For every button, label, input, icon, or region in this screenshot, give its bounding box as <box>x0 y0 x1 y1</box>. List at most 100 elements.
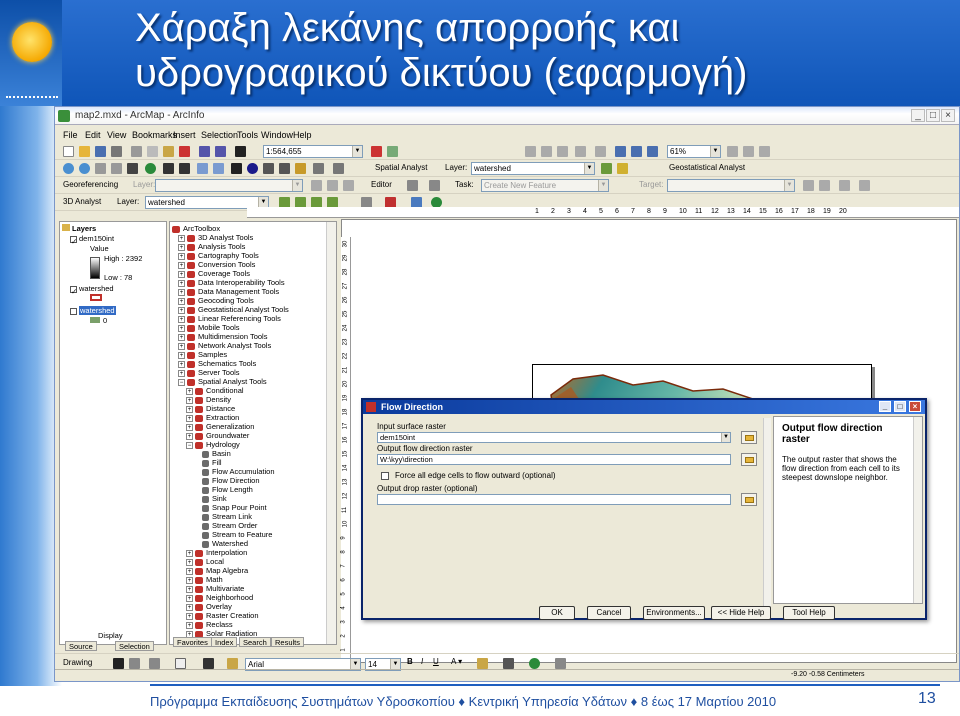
toolbox-item[interactable]: + Multidimension Tools <box>178 332 267 341</box>
toolbox-tool[interactable]: Flow Direction <box>202 476 260 485</box>
split-icon[interactable] <box>803 180 814 191</box>
checkbox-checked-icon[interactable]: ✓ <box>70 235 77 246</box>
toolbox-tool[interactable]: Fill <box>202 458 222 467</box>
toolbox-item[interactable]: + Multivariate <box>186 584 244 593</box>
dialog-minimize-button[interactable]: _ <box>879 401 891 412</box>
histogram-icon[interactable] <box>601 163 612 174</box>
browse-output-button[interactable] <box>741 453 757 466</box>
expand-icon[interactable]: + <box>178 234 185 242</box>
rotate-edit-icon[interactable] <box>819 180 830 191</box>
expand-icon[interactable]: + <box>178 315 185 323</box>
toolbox-item[interactable]: + Coverage Tools <box>178 269 250 278</box>
expand-icon[interactable]: + <box>178 342 185 350</box>
editor-toolbar-icon[interactable] <box>371 146 382 157</box>
toolbox-item[interactable]: +3D Analyst Tools <box>178 233 253 242</box>
zoom-in-icon[interactable] <box>63 163 74 174</box>
rotate-icon[interactable] <box>129 658 140 669</box>
change-layout-icon[interactable] <box>759 146 770 157</box>
toolbox-tool[interactable]: Stream to Feature <box>202 530 272 539</box>
hide-help-button[interactable]: << Hide Help <box>711 606 771 620</box>
expand-icon[interactable]: + <box>178 306 185 314</box>
line-color-icon[interactable] <box>503 658 514 669</box>
rectangle-icon[interactable] <box>175 658 186 669</box>
expand-icon[interactable]: + <box>186 432 193 440</box>
toc-source-tab[interactable]: Source <box>65 641 97 651</box>
select-elements-icon[interactable] <box>113 658 124 669</box>
toolbox-tool[interactable]: Stream Link <box>202 512 252 521</box>
layout-icon[interactable] <box>557 146 568 157</box>
cut-icon[interactable] <box>131 146 142 157</box>
menu-insert[interactable]: Insert <box>173 130 196 140</box>
add-data-icon[interactable] <box>235 146 246 157</box>
toolbox-item[interactable]: + Distance <box>186 404 235 413</box>
toolbox-tool[interactable]: Snap Pour Point <box>202 503 267 512</box>
toolbox-item[interactable]: + Data Interoperability Tools <box>178 278 285 287</box>
clear-selection-icon[interactable] <box>213 163 224 174</box>
focus-frame-icon[interactable] <box>743 146 754 157</box>
zoom-combo[interactable]: 61% ▼ <box>667 145 721 158</box>
toolbox-item[interactable]: + Analysis Tools <box>178 242 245 251</box>
checkbox-checked-icon[interactable]: ✓ <box>70 285 77 296</box>
back-icon[interactable] <box>163 163 174 174</box>
toolbox-tool[interactable]: Watershed <box>202 539 248 548</box>
toolbox-item[interactable]: + Linear Referencing Tools <box>178 314 281 323</box>
full-extent-icon[interactable] <box>145 163 156 174</box>
delete-icon[interactable] <box>179 146 190 157</box>
georef-layer-combo[interactable]: ▼ <box>155 179 303 192</box>
select-elements-icon[interactable] <box>231 163 242 174</box>
browse-input-button[interactable] <box>741 431 757 444</box>
expand-icon[interactable]: + <box>186 594 193 602</box>
expand-icon[interactable]: + <box>178 360 185 368</box>
toolbox-item[interactable]: + Conditional <box>186 386 244 395</box>
expand-icon[interactable]: + <box>186 549 193 557</box>
expand-icon[interactable]: + <box>178 324 185 332</box>
toolbox-tool[interactable]: Stream Order <box>202 521 257 530</box>
expand-icon[interactable]: + <box>186 558 193 566</box>
polygon-symbol[interactable] <box>90 294 102 301</box>
arctoolbox-icon[interactable] <box>387 146 398 157</box>
maximize-button[interactable]: □ <box>926 109 940 122</box>
identify-results-icon[interactable] <box>525 146 536 157</box>
tab-results[interactable]: Results <box>271 637 305 647</box>
toolbox-tool[interactable]: Sink <box>202 494 227 503</box>
collapse-icon[interactable]: − <box>186 441 193 449</box>
toolbox-item[interactable]: + Geocoding Tools <box>178 296 254 305</box>
expand-icon[interactable]: + <box>186 387 193 395</box>
fixed-zoom-in-icon[interactable] <box>95 163 106 174</box>
print-icon[interactable] <box>111 146 122 157</box>
dialog-maximize-button[interactable]: □ <box>894 401 906 412</box>
save-icon[interactable] <box>95 146 106 157</box>
expand-icon[interactable]: + <box>186 621 193 629</box>
rotate-icon[interactable] <box>311 180 322 191</box>
zoom-to-selected-icon[interactable] <box>149 658 160 669</box>
chevron-down-icon[interactable]: ▼ <box>721 433 730 442</box>
menu-selection[interactable]: Selection <box>201 130 238 140</box>
chevron-down-icon[interactable]: ▼ <box>292 180 302 191</box>
toggle-draft-icon[interactable] <box>727 146 738 157</box>
italic-button[interactable]: I <box>421 657 423 666</box>
chevron-down-icon[interactable]: ▼ <box>352 146 362 157</box>
toolbox-tool[interactable]: Flow Length <box>202 485 253 494</box>
tab-favorites[interactable]: Favorites <box>173 637 212 647</box>
redo-icon[interactable] <box>215 146 226 157</box>
menu-help[interactable]: Help <box>293 130 312 140</box>
edit-vertices-icon[interactable] <box>227 658 238 669</box>
identify-icon[interactable] <box>247 163 258 174</box>
help-scrollbar[interactable] <box>913 417 922 603</box>
toolbox-item[interactable]: + Data Management Tools <box>178 287 279 296</box>
menu-view[interactable]: View <box>107 130 126 140</box>
contour-icon[interactable] <box>617 163 628 174</box>
expand-icon[interactable]: + <box>186 585 193 593</box>
expand-icon[interactable]: + <box>178 252 185 260</box>
browse-drop-button[interactable] <box>741 493 757 506</box>
toc-layer-dem[interactable]: ✓ dem150int <box>70 234 114 246</box>
input-raster-field[interactable]: dem150int ▼ <box>377 432 731 443</box>
chevron-down-icon[interactable]: ▼ <box>784 180 794 191</box>
expand-icon[interactable]: + <box>178 369 185 377</box>
toolbox-item[interactable]: + Generalization <box>186 422 254 431</box>
layer-combo[interactable]: watershed ▼ <box>471 162 595 175</box>
hyperlink-icon[interactable] <box>295 163 306 174</box>
text-icon[interactable] <box>203 658 214 669</box>
shift-icon[interactable] <box>327 180 338 191</box>
expand-icon[interactable]: + <box>178 351 185 359</box>
